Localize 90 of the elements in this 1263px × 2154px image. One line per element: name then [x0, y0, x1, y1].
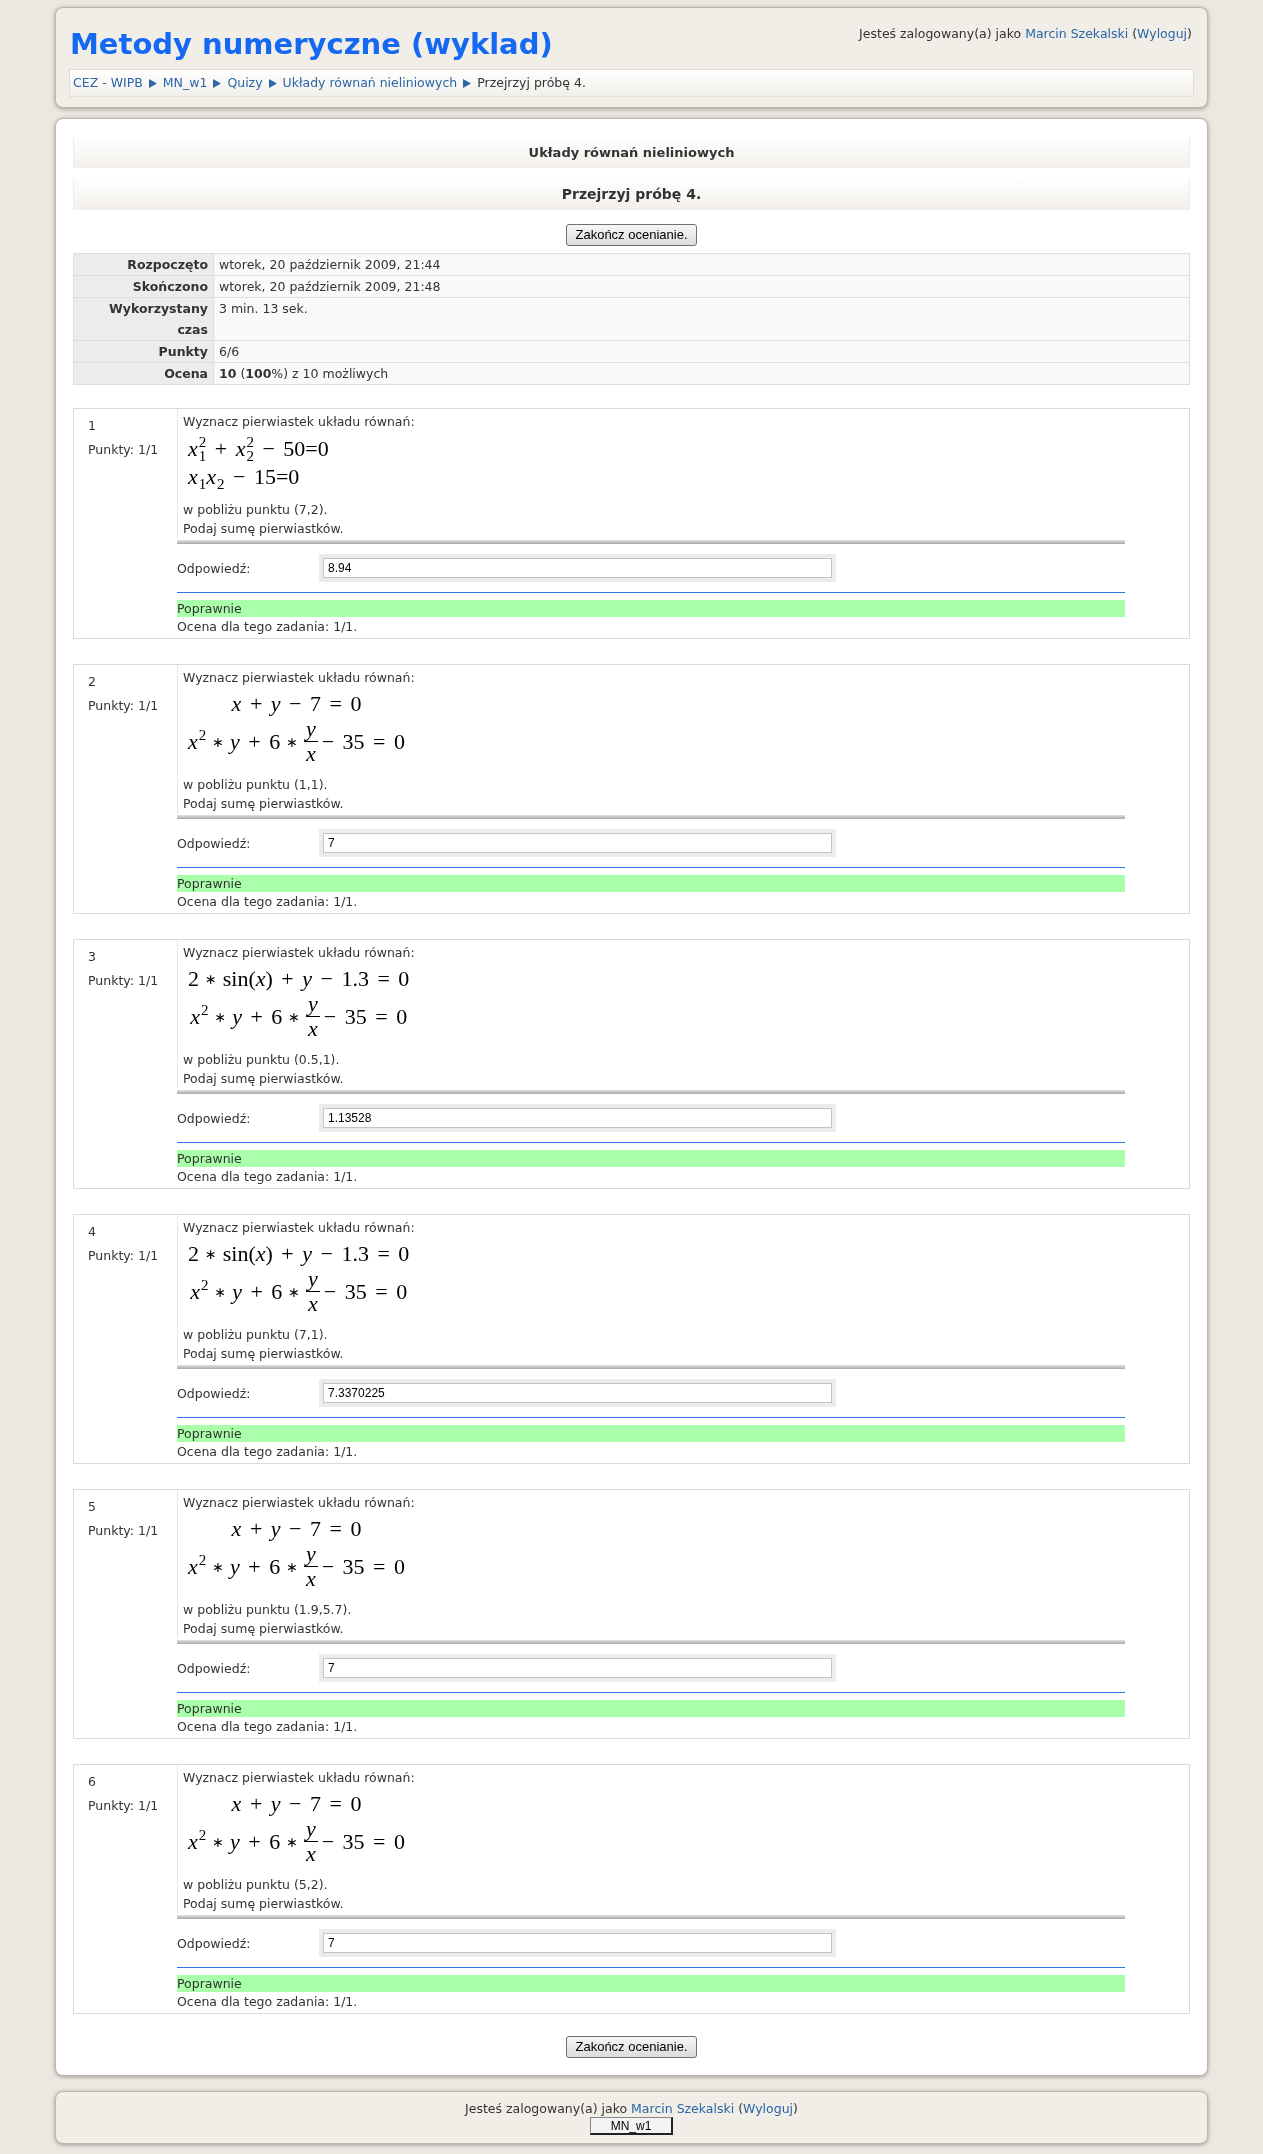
login-status: Jesteś zalogowany(a) jako Marcin Szekalski (Wyloguj) — [859, 26, 1193, 42]
question-points: Punkty: 1/1 — [88, 441, 160, 459]
correct-feedback: Poprawnie — [177, 1700, 1125, 1717]
question-number: 1 — [88, 417, 97, 435]
question-prompt: Wyznacz pierwiastek układu równań: — [183, 413, 416, 431]
question-hint: Podaj sumę pierwiastków. — [183, 1345, 345, 1363]
question-grade: Ocena dla tego zadania: 1/1. — [177, 1993, 359, 2011]
correct-feedback: Poprawnie — [177, 1425, 1125, 1442]
triangle-right-icon — [148, 78, 157, 88]
quiz-title: Układy równań nieliniowych — [73, 137, 1190, 168]
triangle-right-icon — [463, 78, 472, 88]
answer-label: Odpowiedź: — [177, 1659, 252, 1678]
question-hint: Podaj sumę pierwiastków. — [183, 520, 345, 538]
question-hint: w pobliżu punktu (7,1). — [183, 1326, 329, 1344]
correct-feedback: Poprawnie — [177, 875, 1125, 892]
question-grade: Ocena dla tego zadania: 1/1. — [177, 1168, 359, 1186]
question-grade: Ocena dla tego zadania: 1/1. — [177, 1718, 359, 1736]
question-prompt: Wyznacz pierwiastek układu równań: — [183, 1219, 416, 1237]
user-name-link[interactable]: Marcin Szekalski — [631, 2101, 735, 2116]
summary-value: 10 (100%) z 10 możliwych — [213, 362, 1189, 384]
question-grade: Ocena dla tego zadania: 1/1. — [177, 1443, 359, 1461]
equation: 2 ∗ sin(x) + y − 1.3 = 0 — [188, 1241, 410, 1267]
answer-field[interactable]: 1.13528 — [319, 1104, 836, 1132]
answer-label: Odpowiedź: — [177, 559, 252, 578]
answer-label: Odpowiedź: — [177, 1934, 252, 1953]
equation: 2 ∗ sin(x) + y − 1.3 = 0 — [188, 966, 410, 992]
question-hint: w pobliżu punktu (5,2). — [183, 1876, 329, 1894]
question-hint: Podaj sumę pierwiastków. — [183, 1895, 345, 1913]
equation: x + y − 7 = 0 — [231, 691, 362, 717]
question-grade: Ocena dla tego zadania: 1/1. — [177, 618, 359, 636]
finish-grading-button[interactable]: Zakończ ocenianie. — [566, 2036, 697, 2058]
course-title: Metody numeryczne (wyklad) — [69, 26, 553, 63]
summary-value: 3 min. 13 sek. — [213, 297, 1189, 340]
question-number: 6 — [88, 1773, 97, 1791]
answer-label: Odpowiedź: — [177, 1109, 252, 1128]
question-hint: Podaj sumę pierwiastków. — [183, 795, 345, 813]
question-hint: w pobliżu punktu (0.5,1). — [183, 1051, 341, 1069]
question-points: Punkty: 1/1 — [88, 1247, 160, 1265]
answer-field[interactable]: 7.3370225 — [319, 1379, 836, 1407]
attempt-title: Przejrzyj próbę 4. — [73, 178, 1190, 210]
answer-field[interactable]: 8.94 — [319, 554, 836, 582]
triangle-right-icon — [213, 78, 222, 88]
breadcrumb-link[interactable]: Układy równań nieliniowych — [282, 73, 458, 93]
question-prompt: Wyznacz pierwiastek układu równań: — [183, 944, 416, 962]
question-hint: w pobliżu punktu (1,1). — [183, 776, 329, 794]
correct-feedback: Poprawnie — [177, 600, 1125, 617]
logout-link[interactable]: Wyloguj — [743, 2101, 794, 2116]
question-hint: w pobliżu punktu (7,2). — [183, 501, 329, 519]
question-points: Punkty: 1/1 — [88, 972, 160, 990]
equation: x + y − 7 = 0 — [231, 1516, 362, 1542]
user-name-link[interactable]: Marcin Szekalski — [1025, 26, 1129, 41]
question-grade: Ocena dla tego zadania: 1/1. — [177, 893, 359, 911]
equation: x + y − 7 = 0 — [231, 1791, 362, 1817]
question-hint: Podaj sumę pierwiastków. — [183, 1070, 345, 1088]
question-prompt: Wyznacz pierwiastek układu równań: — [183, 1769, 416, 1787]
question-prompt: Wyznacz pierwiastek układu równań: — [183, 669, 416, 687]
breadcrumb-link[interactable]: Quizy — [227, 73, 263, 93]
question-number: 4 — [88, 1223, 97, 1241]
answer-label: Odpowiedź: — [177, 1384, 252, 1403]
login-status: Jesteś zalogowany(a) jako Marcin Szekalski (Wyloguj) — [465, 2101, 798, 2117]
question-hint: Podaj sumę pierwiastków. — [183, 1620, 345, 1638]
breadcrumb-link[interactable]: MN_w1 — [162, 73, 208, 93]
answer-field[interactable]: 7 — [319, 1929, 836, 1957]
summary-label: Punkty — [74, 340, 213, 362]
answer-field[interactable]: 7 — [319, 829, 836, 857]
answer-field[interactable]: 7 — [319, 1654, 836, 1682]
summary-value: wtorek, 20 październik 2009, 21:44 — [213, 254, 1189, 275]
course-button[interactable]: MN_w1 — [589, 2117, 674, 2135]
question-points: Punkty: 1/1 — [88, 1797, 160, 1815]
breadcrumb-current: Przejrzyj próbę 4. — [477, 73, 586, 92]
summary-label: Skończono — [74, 275, 213, 297]
question-prompt: Wyznacz pierwiastek układu równań: — [183, 1494, 416, 1512]
finish-grading-button[interactable]: Zakończ ocenianie. — [566, 224, 697, 246]
question-points: Punkty: 1/1 — [88, 697, 160, 715]
question-number: 3 — [88, 948, 97, 966]
question-number: 5 — [88, 1498, 97, 1516]
summary-value: 6/6 — [213, 340, 1189, 362]
question-points: Punkty: 1/1 — [88, 1522, 160, 1540]
summary-label: Wykorzystany czas — [74, 297, 213, 340]
summary-value: wtorek, 20 październik 2009, 21:48 — [213, 275, 1189, 297]
summary-label: Ocena — [74, 362, 213, 384]
logout-link[interactable]: Wyloguj — [1137, 26, 1188, 41]
correct-feedback: Poprawnie — [177, 1975, 1125, 1992]
question-hint: w pobliżu punktu (1.9,5.7). — [183, 1601, 353, 1619]
breadcrumb-link[interactable]: CEZ - WIPB — [73, 73, 143, 93]
question-number: 2 — [88, 673, 97, 691]
answer-label: Odpowiedź: — [177, 834, 252, 853]
correct-feedback: Poprawnie — [177, 1150, 1125, 1167]
summary-label: Rozpoczęto — [74, 254, 213, 275]
triangle-right-icon — [268, 78, 277, 88]
